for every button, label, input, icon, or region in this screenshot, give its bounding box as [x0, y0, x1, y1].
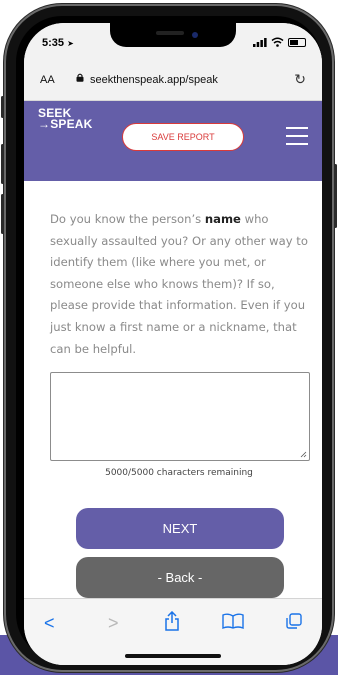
- site-header: SEEK →SPEAK SAVE REPORT: [24, 101, 322, 181]
- status-icons: [253, 37, 306, 47]
- browser-toolbar: < >: [24, 598, 322, 665]
- resize-grip-icon[interactable]: [300, 451, 307, 458]
- question-part-1: Do you know the person’s: [50, 212, 205, 226]
- question-bold-word: name: [204, 212, 241, 226]
- lock-icon: [76, 73, 84, 82]
- share-icon[interactable]: [164, 611, 180, 631]
- signal-icon: [253, 37, 267, 47]
- logo-line-2: →SPEAK: [38, 117, 93, 131]
- reload-icon[interactable]: ↻: [294, 71, 306, 88]
- notch: [110, 23, 236, 47]
- status-time: 5:35 ➤: [42, 37, 74, 49]
- next-button[interactable]: NEXT: [76, 508, 284, 549]
- volume-up-button: [1, 144, 4, 184]
- volume-down-button: [1, 194, 4, 234]
- character-counter: 5000/5000 characters remaining: [105, 468, 253, 478]
- question-text: Do you know the person’s name who sexual…: [50, 209, 312, 360]
- address-bar[interactable]: AA seekthenspeak.app/speak ↻: [24, 63, 322, 101]
- location-arrow-icon: ➤: [67, 39, 74, 48]
- back-button[interactable]: - Back -: [76, 557, 284, 598]
- bookmarks-icon[interactable]: [222, 613, 244, 629]
- wifi-icon: [271, 37, 284, 47]
- forward-chevron-icon[interactable]: >: [108, 613, 119, 634]
- back-chevron-icon[interactable]: <: [44, 613, 55, 634]
- save-report-button[interactable]: SAVE REPORT: [122, 123, 244, 151]
- tabs-icon[interactable]: [286, 613, 302, 629]
- seek-then-speak-logo[interactable]: SEEK →SPEAK: [38, 107, 93, 131]
- url-text[interactable]: seekthenspeak.app/speak: [90, 74, 218, 86]
- text-size-button[interactable]: AA: [40, 74, 55, 86]
- battery-icon: [288, 37, 306, 47]
- home-indicator[interactable]: [125, 654, 221, 658]
- phone-frame: 5:35 ➤ AA seekthenspeak.app/speak ↻ SEEK…: [1, 4, 337, 672]
- answer-textarea[interactable]: [50, 372, 310, 461]
- speaker: [156, 31, 184, 35]
- mute-switch: [1, 96, 4, 118]
- question-part-2: who sexually assaulted you? Or any other…: [50, 212, 308, 356]
- hamburger-menu-icon[interactable]: [286, 127, 308, 145]
- phone-screen: 5:35 ➤ AA seekthenspeak.app/speak ↻ SEEK…: [24, 23, 322, 665]
- front-camera: [192, 32, 198, 38]
- power-button: [334, 164, 337, 228]
